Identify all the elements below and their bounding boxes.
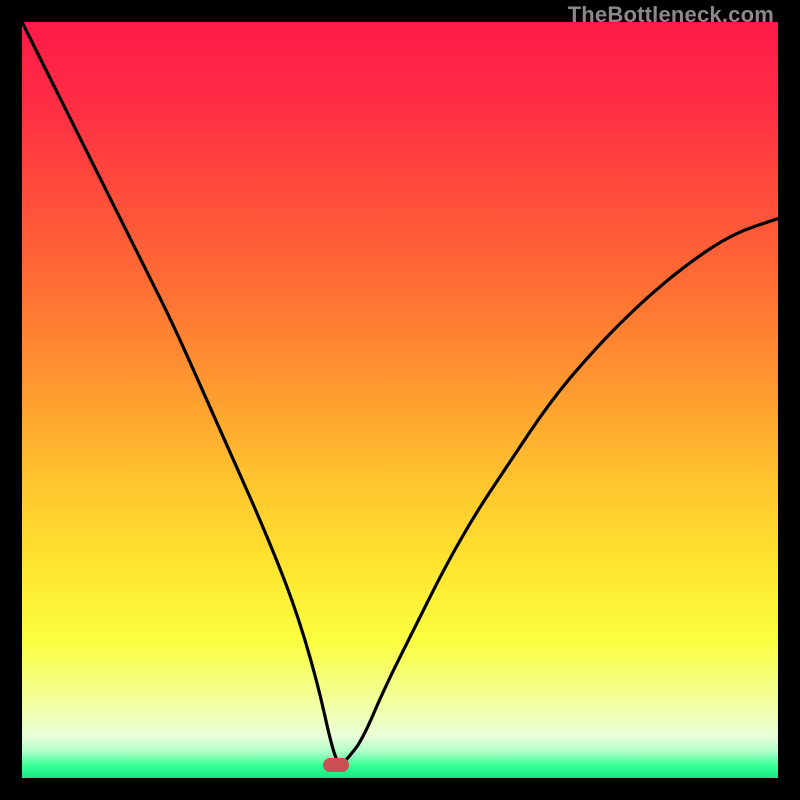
plot-frame [22, 22, 778, 778]
plot-svg [22, 22, 778, 778]
gradient-rect [22, 22, 778, 778]
optimum-marker [323, 758, 349, 772]
